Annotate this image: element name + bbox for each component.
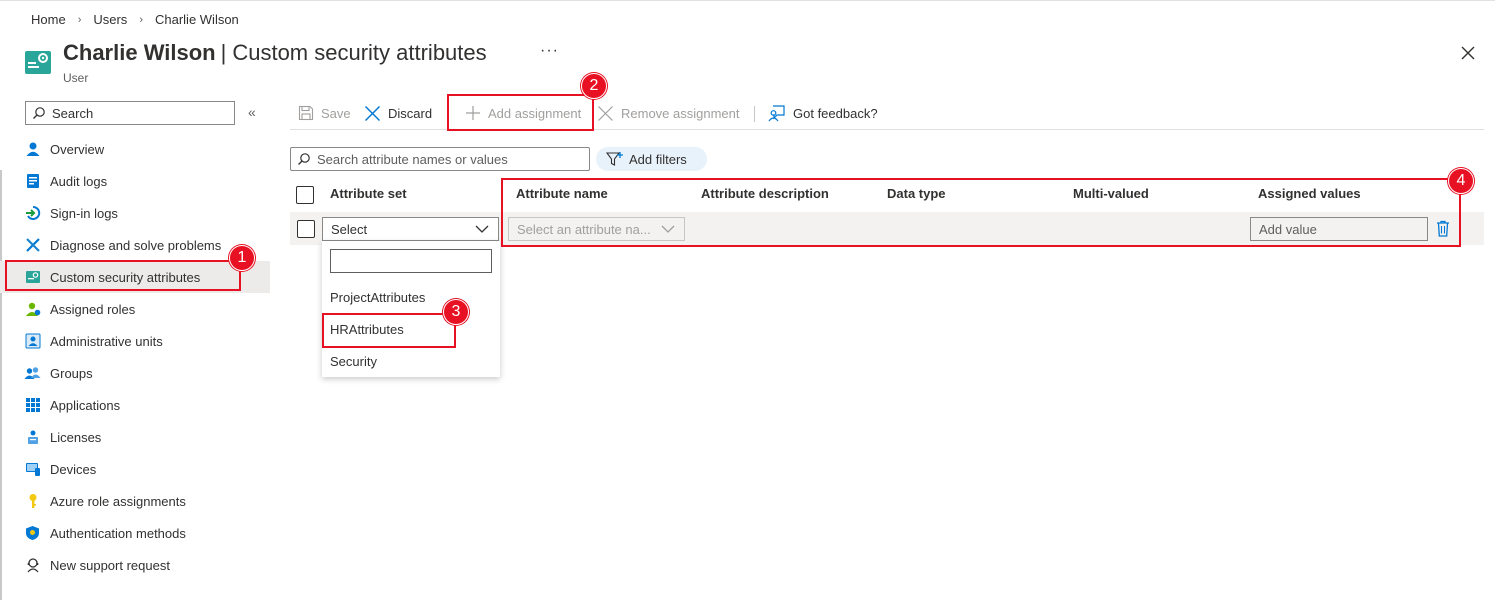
devices-icon [24,461,41,478]
select-all-checkbox[interactable] [296,186,314,204]
assigned-roles-icon [24,301,41,318]
sidebar-item-label: Diagnose and solve problems [50,237,222,253]
dropdown-option-security[interactable]: Security [330,354,377,369]
callout-badge-4: 4 [1448,168,1474,194]
add-filters-label: Add filters [629,151,687,167]
discard-icon [364,105,381,121]
add-filters-button[interactable]: Add filters [596,147,707,171]
support-icon [24,557,41,574]
feedback-icon [768,105,785,122]
sidebar-item-sign-in-logs[interactable]: Sign-in logs [0,197,270,229]
sidebar-item-audit-logs[interactable]: Audit logs [0,165,270,197]
attribute-set-dropdown-panel: ProjectAttributes HRAttributes Security [322,241,500,377]
sidebar-item-label: Overview [50,141,105,157]
page-title-divider: | [220,40,227,65]
sidebar-item-label: Azure role assignments [50,493,186,509]
wrench-icon [24,237,41,254]
sidebar-item-label: Groups [50,365,93,381]
save-button[interactable]: Save [298,98,351,128]
dropdown-option-projectattributes[interactable]: ProjectAttributes [330,290,425,305]
breadcrumb-separator-icon: › [77,13,82,26]
sidebar-search-input[interactable]: Search [25,101,235,125]
callout-badge-3: 3 [443,299,469,325]
sidebar-item-label: Authentication methods [50,525,186,541]
sidebar-nav: Overview Audit logs Sign-in logs Diagnos… [0,133,270,581]
custom-attributes-icon [25,51,51,74]
filter-icon [606,152,623,166]
feedback-label: Got feedback? [793,105,878,121]
dropdown-filter-input[interactable] [330,249,492,273]
discard-button[interactable]: Discard [364,98,432,128]
collapse-sidebar-button[interactable]: « [248,104,256,120]
licenses-icon [24,429,41,446]
feedback-button[interactable]: Got feedback? [768,98,878,128]
page-title: Charlie Wilson | Custom security attribute… [63,40,487,66]
admin-units-icon [24,333,41,350]
callout-box-3 [322,313,456,348]
page-title-section: Custom security attributes [232,40,487,65]
sidebar-item-label: Applications [50,397,121,413]
sidebar-item-label: Audit logs [50,173,108,189]
sign-in-icon [24,205,41,222]
save-label: Save [321,105,351,121]
key-icon [24,493,41,510]
sidebar-item-label: Sign-in logs [50,205,118,221]
attribute-set-dropdown[interactable]: Select [322,217,499,241]
sidebar-item-label: New support request [50,557,170,573]
attribute-search-input[interactable]: Search attribute names or values [290,147,590,171]
sidebar-search-placeholder: Search [52,105,94,121]
sidebar-item-label: Licenses [50,429,102,445]
sidebar-item-label: Assigned roles [50,301,136,317]
callout-badge-1: 1 [229,245,255,271]
sidebar-item-administrative-units[interactable]: Administrative units [0,325,270,357]
callout-box-2 [447,94,594,131]
sidebar-item-groups[interactable]: Groups [0,357,270,389]
sidebar-item-licenses[interactable]: Licenses [0,421,270,453]
breadcrumb-user[interactable]: Charlie Wilson [155,12,239,27]
row-checkbox[interactable] [297,220,315,238]
sidebar-item-assigned-roles[interactable]: Assigned roles [0,293,270,325]
sidebar-item-devices[interactable]: Devices [0,453,270,485]
sidebar-item-azure-role-assignments[interactable]: Azure role assignments [0,485,270,517]
sidebar-item-overview[interactable]: Overview [0,133,270,165]
close-icon[interactable] [1459,44,1477,62]
chevron-down-icon [475,225,489,233]
save-icon [298,105,314,121]
attribute-search-placeholder: Search attribute names or values [317,151,508,167]
sidebar-item-label: Administrative units [50,333,163,349]
page-title-name: Charlie Wilson [63,40,216,65]
breadcrumb-separator-icon: › [139,13,143,26]
column-header-attribute-set[interactable]: Attribute set [330,186,407,201]
sidebar-item-label: Devices [50,461,97,477]
page-subtitle: User [63,71,89,85]
discard-label: Discard [388,105,433,121]
breadcrumb-users[interactable]: Users [93,12,127,27]
sidebar-item-new-support-request[interactable]: New support request [0,549,270,581]
toolbar-divider [754,106,755,122]
callout-box-4 [501,178,1461,247]
more-options-button[interactable]: ··· [540,42,559,60]
breadcrumb: Home › Users › Charlie Wilson [31,12,239,27]
window-top-border [0,0,1495,3]
search-icon [33,107,45,119]
remove-assignment-label: Remove assignment [621,105,740,121]
applications-icon [24,397,41,414]
shield-icon [24,525,41,542]
sidebar-item-applications[interactable]: Applications [0,389,270,421]
user-icon [24,141,41,158]
groups-icon [24,365,41,382]
audit-log-icon [24,173,41,190]
search-icon [298,153,310,165]
remove-icon [598,105,613,121]
callout-box-1 [5,260,241,291]
callout-badge-2: 2 [581,73,607,99]
sidebar-item-authentication-methods[interactable]: Authentication methods [0,517,270,549]
remove-assignment-button[interactable]: Remove assignment [597,98,740,128]
breadcrumb-home[interactable]: Home [31,12,66,27]
attribute-set-value: Select [331,221,368,237]
